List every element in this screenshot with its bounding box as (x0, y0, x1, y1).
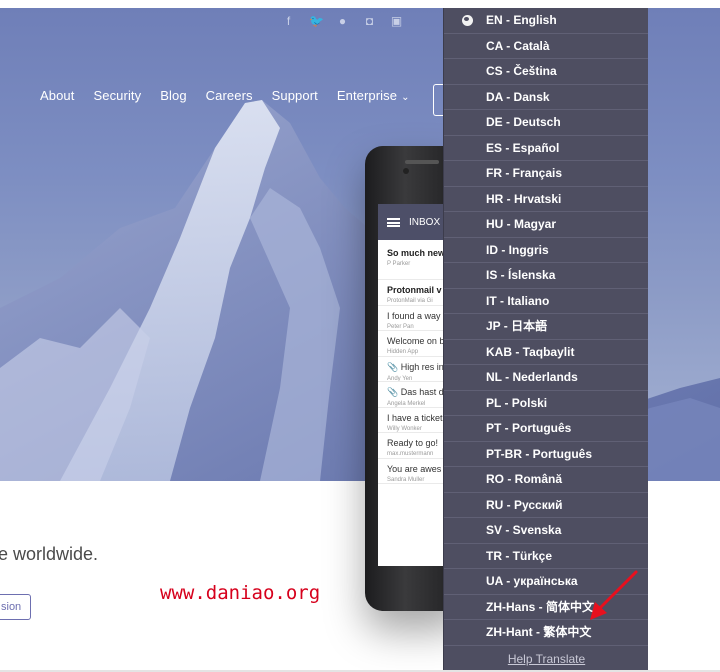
nav-enterprise-label: Enterprise (336, 88, 398, 103)
menu-icon (387, 217, 400, 227)
twitter-icon[interactable]: 🐦 (309, 15, 324, 28)
language-label: UA - українська (486, 574, 578, 588)
language-option[interactable]: KAB - Taqbaylit (444, 340, 648, 365)
language-option[interactable]: CS - Čeština (444, 59, 648, 85)
nav-blog-link[interactable]: Blog (160, 88, 186, 103)
language-option[interactable]: EN - English (444, 8, 648, 34)
language-label: PT-BR - Português (486, 446, 593, 461)
language-option[interactable]: PT - Português (444, 416, 648, 442)
hero-tagline: e worldwide. (0, 544, 99, 564)
language-option[interactable]: IS - Íslenska (444, 263, 648, 289)
language-label: HU - Magyar (486, 217, 557, 231)
language-option[interactable]: ES - Español (444, 136, 648, 161)
phone-camera (403, 168, 409, 174)
language-option[interactable]: SV - Svenska (444, 518, 648, 544)
language-option[interactable]: JP - 日本語 (444, 314, 648, 340)
nav-enterprise-menu[interactable]: Enterprise ⌄ (337, 88, 410, 103)
mastodon-icon[interactable]: ▣ (390, 15, 403, 28)
phone-speaker (405, 160, 439, 164)
language-label: EN - English (486, 13, 557, 27)
main-nav: About Security Blog Careers Support Ente… (40, 88, 410, 103)
language-label: DA - Dansk (486, 89, 550, 104)
social-links: f 🐦 ● ◘ ▣ (282, 15, 403, 28)
language-label: PL - Polski (486, 395, 548, 410)
language-label: ES - Español (486, 140, 560, 155)
language-option[interactable]: PL - Polski (444, 391, 648, 416)
language-label: SV - Svenska (486, 523, 562, 537)
cta-button[interactable]: sion (0, 594, 31, 620)
language-option[interactable]: UA - українська (444, 569, 648, 595)
language-option[interactable]: RO - Română (444, 467, 648, 493)
language-option[interactable]: ZH-Hans - 简体中文 (444, 595, 648, 620)
language-option[interactable]: ID - Inggris (444, 238, 648, 263)
language-option[interactable]: IT - Italiano (444, 289, 648, 314)
facebook-icon[interactable]: f (282, 15, 295, 28)
language-label: DE - Deutsch (486, 115, 561, 129)
language-option[interactable]: HU - Magyar (444, 212, 648, 238)
nav-careers-link[interactable]: Careers (206, 88, 253, 103)
language-label: TR - Türkçe (486, 548, 553, 563)
language-label: ID - Inggris (486, 242, 549, 257)
language-label: FR - Français (486, 166, 563, 180)
language-option[interactable]: ZH-Hant - 繁体中文 (444, 620, 648, 646)
language-option[interactable]: FR - Français (444, 161, 648, 187)
inbox-title: INBOX (409, 216, 441, 228)
nav-about-link[interactable]: About (40, 88, 74, 103)
watermark-text: www.daniao.org (160, 582, 321, 604)
language-label: IT - Italiano (486, 293, 550, 308)
language-label: ZH-Hans - 简体中文 (486, 599, 595, 614)
language-label: RO - Română (486, 472, 563, 486)
globe-icon (462, 15, 473, 26)
language-label: PT - Português (486, 421, 572, 435)
language-list: EN - English CA - Català CS - Čeština DA - … (444, 8, 648, 646)
language-option[interactable]: HR - Hrvatski (444, 187, 648, 212)
language-dropdown: EN - English CA - Català CS - Čeština DA - … (443, 8, 648, 672)
instagram-icon[interactable]: ◘ (363, 15, 376, 28)
language-option[interactable]: CA - Català (444, 34, 648, 59)
language-label: IS - Íslenska (486, 268, 556, 282)
language-label: HR - Hrvatski (486, 191, 562, 206)
language-label: CS - Čeština (486, 64, 557, 78)
language-label: RU - Русский (486, 497, 563, 512)
language-label: ZH-Hant - 繁体中文 (486, 625, 592, 639)
language-option[interactable]: TR - Türkçe (444, 544, 648, 569)
language-option[interactable]: PT-BR - Português (444, 442, 648, 467)
language-label: CA - Català (486, 38, 550, 53)
language-option[interactable]: DE - Deutsch (444, 110, 648, 136)
chevron-down-icon: ⌄ (401, 92, 410, 103)
language-label: JP - 日本語 (486, 319, 548, 333)
language-label: KAB - Taqbaylit (486, 344, 575, 359)
help-translate-link[interactable]: Help Translate (444, 652, 649, 666)
reddit-icon[interactable]: ● (336, 15, 349, 28)
language-option[interactable]: RU - Русский (444, 493, 648, 518)
nav-support-link[interactable]: Support (272, 88, 318, 103)
language-label: NL - Nederlands (486, 370, 578, 384)
nav-security-link[interactable]: Security (93, 88, 141, 103)
language-option[interactable]: DA - Dansk (444, 85, 648, 110)
language-option[interactable]: NL - Nederlands (444, 365, 648, 391)
